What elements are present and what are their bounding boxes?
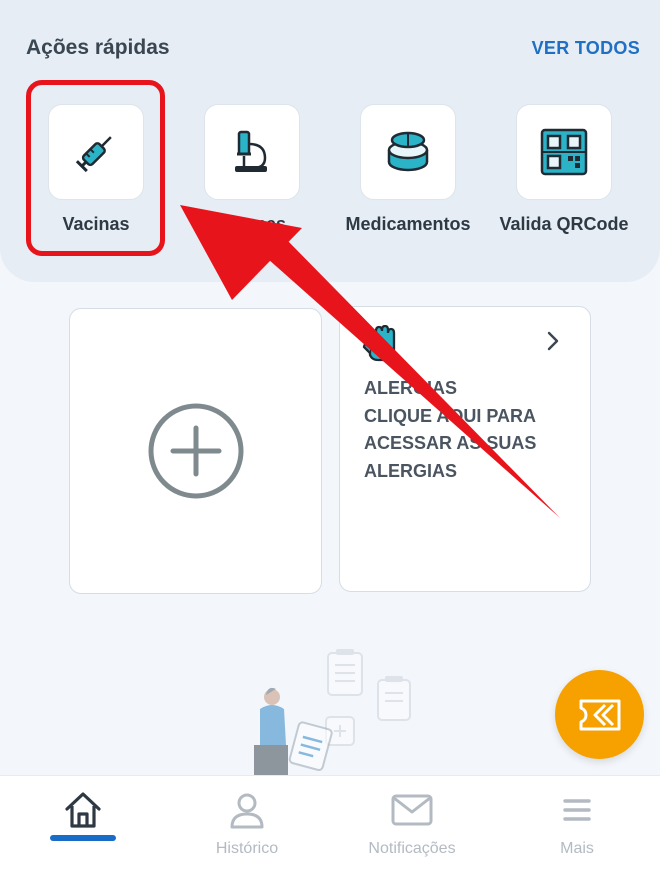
see-all-link[interactable]: VER TODOS — [532, 38, 640, 59]
action-vacinas[interactable]: Vacinas — [31, 104, 161, 235]
hand-icon — [362, 325, 396, 362]
plus-circle-icon — [148, 403, 243, 499]
nav-label: Histórico — [215, 840, 279, 857]
home-icon — [65, 792, 101, 828]
allergy-line: ALERGIAS — [364, 460, 458, 481]
action-tile[interactable] — [204, 104, 300, 200]
qrcode-icon — [540, 128, 588, 176]
syringe-icon — [75, 136, 112, 173]
action-exames[interactable]: Exames — [187, 104, 317, 235]
action-label: Vacinas — [62, 214, 130, 234]
allergy-line: ACESSAR AS SUAS — [364, 433, 537, 453]
bottom-navigation: Histórico Notificações Mais — [0, 775, 660, 880]
nav-label: Mais — [560, 840, 594, 857]
microscope-icon — [235, 130, 267, 172]
action-medicamentos[interactable]: Medicamentos — [343, 104, 473, 235]
nav-label: Notificações — [368, 840, 456, 857]
action-label: Exames — [217, 214, 287, 234]
empty-state-illustration — [254, 649, 411, 780]
action-tile[interactable] — [516, 104, 612, 200]
allergy-text: ALERGIAS CLIQUE AQUI PARA ACESSAR AS SUA… — [364, 375, 579, 485]
active-tab-indicator — [50, 835, 116, 841]
allergy-card[interactable]: ALERGIAS CLIQUE AQUI PARA ACESSAR AS SUA… — [339, 306, 591, 592]
nav-notificacoes[interactable]: Notificações — [342, 788, 482, 858]
ticket-fab-button[interactable] — [555, 670, 644, 759]
quick-actions-title: Ações rápidas — [26, 36, 170, 59]
menu-icon — [563, 799, 591, 821]
action-valida-qrcode[interactable]: Valida QRCode — [499, 104, 629, 235]
allergy-title: ALERGIAS — [364, 378, 458, 398]
nav-mais[interactable]: Mais — [507, 788, 647, 858]
action-tile[interactable] — [360, 104, 456, 200]
mail-icon — [391, 794, 433, 826]
chevron-right-icon[interactable] — [546, 331, 560, 351]
action-label: Medicamentos — [345, 214, 471, 234]
nav-home[interactable] — [13, 788, 153, 840]
pills-icon — [387, 131, 429, 172]
ticket-icon — [579, 699, 620, 730]
action-tile[interactable] — [48, 104, 144, 200]
allergy-line: CLIQUE AQUI PARA — [364, 405, 537, 426]
nav-historico[interactable]: Histórico — [177, 788, 317, 858]
add-card[interactable] — [69, 308, 322, 594]
action-label: Valida QRCode — [499, 214, 629, 234]
user-icon — [230, 793, 264, 829]
